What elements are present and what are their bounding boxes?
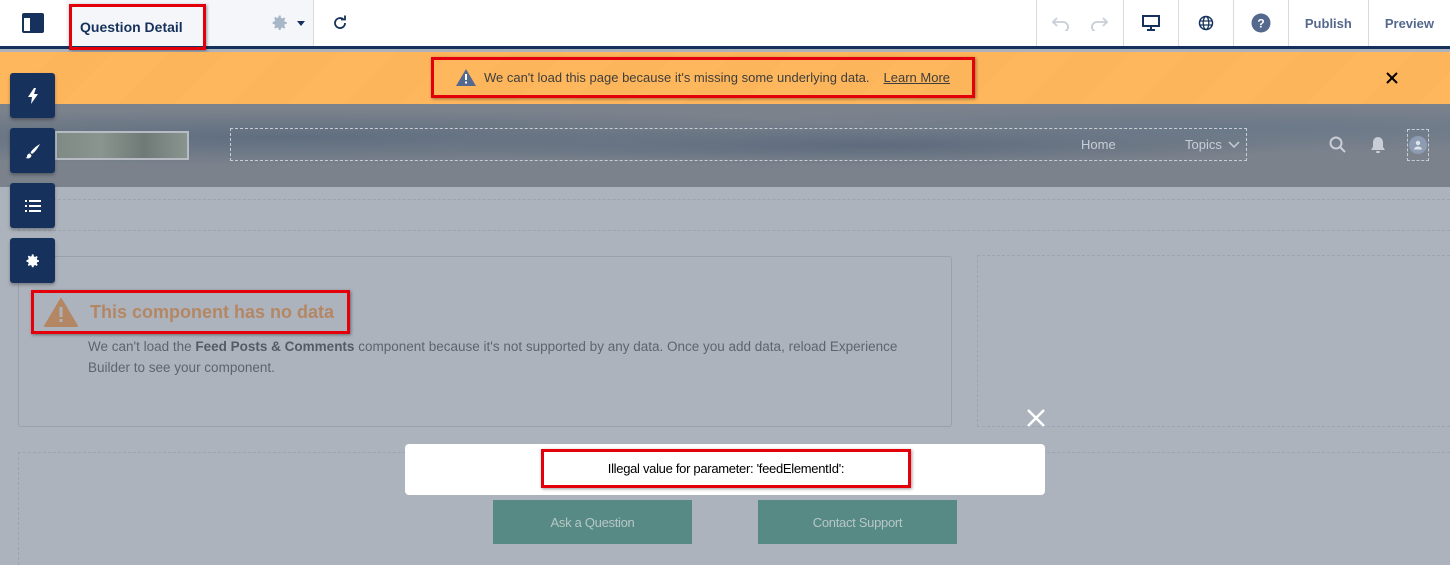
desktop-icon xyxy=(1141,15,1160,31)
content-region-top[interactable] xyxy=(18,199,1450,231)
svg-text:?: ? xyxy=(1257,17,1264,31)
publish-button[interactable]: Publish xyxy=(1287,0,1368,46)
ask-question-button[interactable]: Ask a Question xyxy=(493,500,692,544)
toast-message: Illegal value for parameter: 'feedElemen… xyxy=(541,449,911,488)
close-icon xyxy=(1027,409,1045,427)
sidebar-region[interactable] xyxy=(977,255,1450,427)
page-structure-tool-button[interactable] xyxy=(10,183,55,228)
nav-item-home[interactable]: Home xyxy=(1081,137,1116,152)
preview-button[interactable]: Preview xyxy=(1367,0,1450,46)
site-navigation-menu[interactable]: Home Topics xyxy=(230,128,1247,161)
notifications-button[interactable] xyxy=(1370,136,1386,159)
warning-banner: We can't load this page because it's mis… xyxy=(0,52,1450,104)
error-toast: Illegal value for parameter: 'feedElemen… xyxy=(405,444,1045,495)
close-icon xyxy=(1386,72,1398,84)
user-icon xyxy=(1414,140,1422,150)
error-text-start: We can't load the xyxy=(88,339,196,354)
refresh-button[interactable] xyxy=(314,0,366,46)
bell-icon xyxy=(1371,137,1385,153)
avatar xyxy=(1409,136,1427,154)
undo-icon[interactable] xyxy=(1051,15,1070,31)
site-search-button[interactable] xyxy=(1329,136,1346,158)
help-icon: ? xyxy=(1251,13,1271,33)
warning-message: We can't load this page because it's mis… xyxy=(431,57,975,98)
warning-icon xyxy=(44,297,78,327)
builder-toolbar: Question Detail ? Publish Preview xyxy=(0,0,1450,50)
components-tool-button[interactable] xyxy=(10,73,55,118)
lightning-icon xyxy=(27,87,38,104)
gear-icon xyxy=(25,253,39,267)
theme-tool-button[interactable] xyxy=(10,128,55,173)
help-button[interactable]: ? xyxy=(1232,0,1288,46)
settings-tool-button[interactable] xyxy=(10,238,55,283)
contact-support-button[interactable]: Contact Support xyxy=(758,500,957,544)
nav-item-topics[interactable]: Topics xyxy=(1185,137,1240,152)
close-toast-button[interactable] xyxy=(1026,408,1046,433)
component-error-heading: This component has no data xyxy=(31,290,350,334)
globe-icon xyxy=(1198,15,1214,31)
component-error-title: This component has no data xyxy=(90,301,335,322)
nav-item-topics-label: Topics xyxy=(1185,137,1222,152)
warning-text: We can't load this page because it's mis… xyxy=(483,70,870,85)
language-button[interactable] xyxy=(1177,0,1233,46)
user-profile-menu[interactable] xyxy=(1407,129,1429,161)
learn-more-link[interactable]: Learn More xyxy=(884,70,950,85)
redo-icon[interactable] xyxy=(1090,15,1108,31)
component-error-description: We can't load the Feed Posts & Comments … xyxy=(88,336,918,378)
component-name: Feed Posts & Comments xyxy=(195,339,355,354)
caret-down-icon xyxy=(297,20,305,26)
app-launcher-button[interactable] xyxy=(0,0,66,46)
warning-icon xyxy=(455,69,476,86)
gear-icon xyxy=(272,15,287,31)
site-header-preview: Home Topics xyxy=(0,104,1450,187)
layout-panel-icon xyxy=(22,13,44,33)
builder-tool-palette xyxy=(10,73,55,283)
page-selector[interactable]: Question Detail xyxy=(66,0,314,50)
list-icon xyxy=(24,199,41,212)
site-logo[interactable] xyxy=(55,131,189,160)
refresh-icon xyxy=(334,15,346,29)
device-preview-button[interactable] xyxy=(1122,0,1178,46)
page-settings-menu[interactable] xyxy=(271,14,305,32)
undo-redo-group xyxy=(1035,0,1123,46)
search-icon xyxy=(1329,136,1346,153)
chevron-down-icon xyxy=(1228,140,1240,148)
page-title[interactable]: Question Detail xyxy=(69,4,206,50)
close-banner-button[interactable] xyxy=(1386,68,1398,89)
paintbrush-icon xyxy=(25,143,40,158)
